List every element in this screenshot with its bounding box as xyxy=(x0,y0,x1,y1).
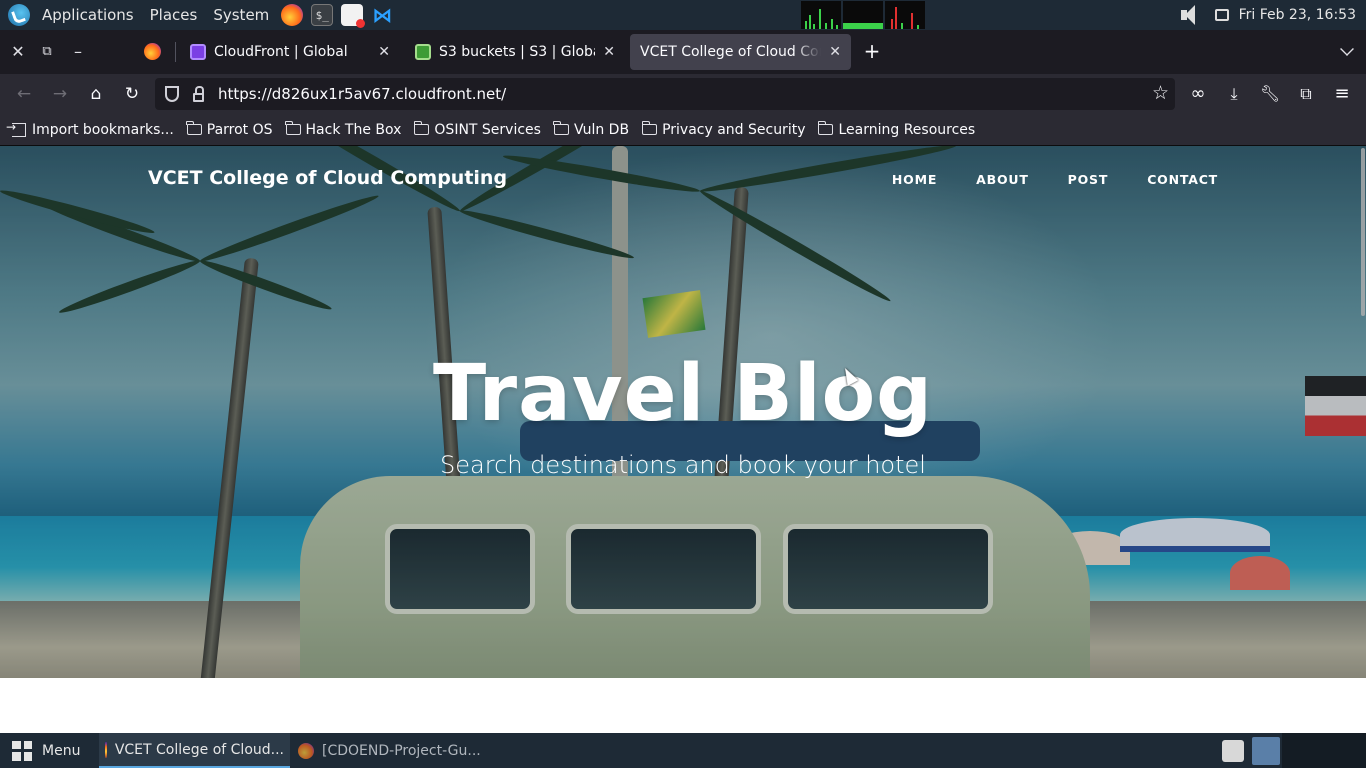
wrench-icon[interactable]: 🔧︎ xyxy=(1258,82,1282,106)
tab-title: VCET College of Cloud Computing xyxy=(640,44,821,60)
nav-about[interactable]: ABOUT xyxy=(976,172,1029,187)
firefox-icon[interactable] xyxy=(281,4,304,26)
network-graph xyxy=(885,1,925,29)
bookmark-label: Vuln DB xyxy=(573,121,630,138)
lock-icon[interactable] xyxy=(193,85,204,102)
firefox-icon xyxy=(105,741,107,758)
url-bar[interactable]: https://d826ux1r5av67.cloudfront.net/ ☆ xyxy=(155,78,1175,110)
new-tab-button[interactable]: + xyxy=(860,40,884,64)
system-monitor xyxy=(801,1,925,29)
home-button[interactable]: ⌂ xyxy=(84,82,108,106)
minimize-window-icon[interactable]: – xyxy=(66,40,90,64)
navigation-toolbar: ← → ⌂ ↻ https://d826ux1r5av67.cloudfront… xyxy=(0,74,1366,114)
hero-section: VCET College of Cloud Computing HOME ABO… xyxy=(0,146,1366,678)
close-window-icon[interactable]: ✕ xyxy=(6,40,30,64)
bookmark-star-icon[interactable]: ☆ xyxy=(1152,82,1169,104)
bookmark-label: Privacy and Security xyxy=(662,121,806,138)
firefox-icon xyxy=(144,43,161,60)
folder-icon xyxy=(641,121,658,135)
tray-firefox-icon[interactable] xyxy=(1252,737,1280,765)
back-button[interactable]: ← xyxy=(12,82,36,106)
restore-window-icon[interactable]: ⧉ xyxy=(35,40,59,64)
tab-s3-buckets[interactable]: S3 buckets | S3 | Global ✕ xyxy=(405,34,625,70)
site-nav: HOME ABOUT POST CONTACT xyxy=(892,172,1218,187)
firefox-icon xyxy=(298,742,314,759)
parrot-logo-icon[interactable] xyxy=(8,4,30,26)
menu-label: Menu xyxy=(42,742,81,759)
memory-graph xyxy=(843,1,883,29)
tab-vcet-college[interactable]: VCET College of Cloud Computing ✕ xyxy=(630,34,851,70)
bookmark-label: Parrot OS xyxy=(206,121,273,138)
hamburger-menu-icon[interactable]: ≡ xyxy=(1330,82,1354,106)
bookmark-hack-the-box[interactable]: Hack The Box xyxy=(285,121,402,138)
tray-app-icon[interactable] xyxy=(1222,740,1244,762)
tab-title: CloudFront | Global xyxy=(214,44,348,60)
bookmark-label: Import bookmarks... xyxy=(32,121,174,138)
import-icon xyxy=(6,120,26,137)
s3-icon xyxy=(415,44,431,60)
cpu-graph xyxy=(801,1,841,29)
close-tab-icon[interactable]: ✕ xyxy=(829,44,841,60)
clock[interactable]: Fri Feb 23, 16:53 xyxy=(1239,7,1356,23)
downloads-icon[interactable]: ⤓ xyxy=(1222,82,1246,106)
close-tab-icon[interactable]: ✕ xyxy=(603,44,615,60)
bookmark-import[interactable]: Import bookmarks... xyxy=(6,120,174,138)
close-tab-icon[interactable]: ✕ xyxy=(378,44,390,60)
bookmark-label: Hack The Box xyxy=(305,121,402,138)
folder-icon xyxy=(413,121,430,135)
bookmarks-toolbar: Import bookmarks... Parrot OS Hack The B… xyxy=(0,114,1366,146)
app-grid-icon xyxy=(12,740,32,761)
places-menu[interactable]: Places xyxy=(142,6,206,24)
folder-icon xyxy=(285,121,301,135)
nav-contact[interactable]: CONTACT xyxy=(1147,172,1218,187)
hero-title: Travel Blog xyxy=(433,349,933,439)
bookmark-privacy-security[interactable]: Privacy and Security xyxy=(641,121,806,138)
task-label: VCET College of Cloud... xyxy=(114,741,284,758)
site-brand[interactable]: VCET College of Cloud Computing xyxy=(148,167,507,189)
applications-menu[interactable]: Applications xyxy=(34,6,142,24)
workspace-switcher[interactable] xyxy=(1282,733,1366,768)
reload-button[interactable]: ↻ xyxy=(120,82,144,106)
notification-icon[interactable] xyxy=(1214,9,1229,21)
extensions-icon[interactable]: ⧉ xyxy=(1294,82,1318,106)
os-top-panel: Applications Places System $_ ⋈ Fri Feb … xyxy=(0,0,1366,30)
bookmark-label: OSINT Services xyxy=(434,121,541,138)
url-input[interactable]: https://d826ux1r5av67.cloudfront.net/ xyxy=(218,85,506,103)
page-scrollbar[interactable] xyxy=(1361,148,1365,316)
hero-subtitle: Search destinations and book your hotel xyxy=(440,451,926,479)
menu-button[interactable]: Menu xyxy=(12,733,80,768)
tab-title: S3 buckets | S3 | Global xyxy=(439,44,596,60)
cloudfront-icon xyxy=(190,44,206,60)
terminal-icon[interactable]: $_ xyxy=(311,4,334,26)
bookmark-vuln-db[interactable]: Vuln DB xyxy=(553,121,630,138)
task-vcet-college[interactable]: VCET College of Cloud... xyxy=(99,733,290,768)
private-mask-icon[interactable]: ∞ xyxy=(1186,82,1210,106)
vscode-icon[interactable]: ⋈ xyxy=(371,3,393,27)
tracking-protection-icon[interactable] xyxy=(165,86,179,102)
os-taskbar: Menu VCET College of Cloud... [CDOEND-Pr… xyxy=(0,733,1366,768)
web-page: VCET College of Cloud Computing HOME ABO… xyxy=(0,146,1366,733)
nav-post[interactable]: POST xyxy=(1068,172,1109,187)
bookmark-learning-resources[interactable]: Learning Resources xyxy=(817,121,976,138)
bookmark-parrot-os[interactable]: Parrot OS xyxy=(186,121,273,138)
task-cdoend-project[interactable]: [CDOEND-Project-Gu... xyxy=(292,733,492,768)
text-editor-icon[interactable] xyxy=(341,4,366,28)
bookmark-osint-services[interactable]: OSINT Services xyxy=(413,121,541,138)
folder-icon xyxy=(186,121,202,135)
nav-home[interactable]: HOME xyxy=(892,172,937,187)
volume-icon[interactable] xyxy=(1179,4,1205,26)
task-label: [CDOEND-Project-Gu... xyxy=(322,742,481,759)
list-all-tabs-icon[interactable] xyxy=(1340,42,1354,56)
tab-cloudfront[interactable]: CloudFront | Global ✕ xyxy=(180,34,400,70)
folder-icon xyxy=(817,121,834,135)
system-menu[interactable]: System xyxy=(205,6,277,24)
browser-tab-strip: ✕ ⧉ – CloudFront | Global ✕ S3 buckets |… xyxy=(0,30,1366,74)
folder-icon xyxy=(553,121,569,135)
forward-button[interactable]: → xyxy=(48,82,72,106)
bookmark-label: Learning Resources xyxy=(838,121,976,138)
